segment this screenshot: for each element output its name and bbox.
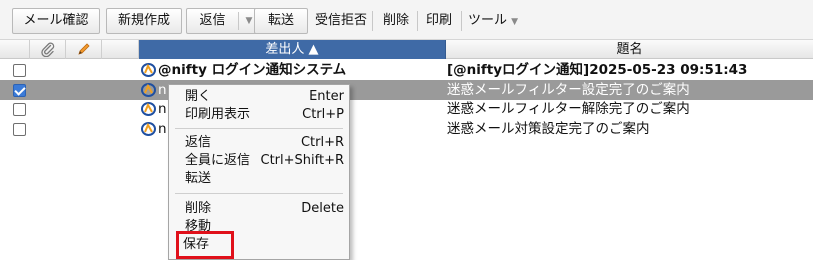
menu-separator: [175, 128, 343, 129]
menu-item-label: 印刷用表示: [185, 107, 251, 122]
mail-row[interactable]: n 迷惑メールフィルター設定完了のご案内: [0, 80, 813, 100]
row-subject: 迷惑メールフィルター解除完了のご案内: [447, 101, 690, 117]
row-checkbox[interactable]: [13, 64, 26, 77]
row-subject: 迷惑メールフィルター設定完了のご案内: [447, 82, 690, 98]
menu-item-shortcut: Ctrl+Shift+R: [260, 153, 345, 168]
menu-item-label: 開く: [185, 89, 212, 104]
menu-item-delete[interactable]: 削除 Delete: [169, 200, 349, 218]
pencil-icon: [78, 43, 90, 55]
status-column-header[interactable]: [102, 40, 139, 59]
block-button[interactable]: 受信拒否: [315, 8, 367, 34]
menu-item-move[interactable]: 移動: [169, 218, 349, 236]
toolbar-separator: [372, 11, 373, 31]
menu-item-shortcut: Enter: [309, 89, 344, 104]
nifty-logo-icon: [141, 83, 156, 97]
sender-column-header[interactable]: 差出人 ▲: [139, 40, 446, 59]
menu-item-label: 転送: [185, 171, 212, 186]
row-sender: n: [158, 121, 167, 137]
row-checkbox[interactable]: [13, 84, 26, 97]
context-menu: 開く Enter 印刷用表示 Ctrl+P 返信 Ctrl+R 全員に返信 Ct…: [168, 84, 350, 260]
toolbar: メール確認 新規作成 返信 ▼ 転送 受信拒否 削除 印刷 ツール ▼: [0, 0, 813, 40]
menu-item-label: 全員に返信: [185, 153, 251, 168]
mail-check-button[interactable]: メール確認: [12, 8, 100, 34]
row-sender: n: [158, 82, 167, 98]
menu-item-shortcut: Delete: [301, 201, 344, 216]
menu-item-print-view[interactable]: 印刷用表示 Ctrl+P: [169, 106, 349, 124]
row-subject: 迷惑メール対策設定完了のご案内: [447, 121, 650, 137]
mail-list-header: 差出人 ▲ 題名: [0, 40, 813, 59]
toolbar-separator: [417, 11, 418, 31]
menu-item-label: 保存: [175, 231, 235, 259]
flag-column-header[interactable]: [66, 40, 102, 59]
mail-row[interactable]: n 迷惑メール対策設定完了のご案内: [0, 119, 813, 139]
row-subject: [@niftyログイン通知]2025-05-23 09:51:43: [447, 62, 748, 78]
menu-item-label: 移動: [185, 219, 212, 234]
row-sender: n: [158, 101, 167, 117]
menu-item-open[interactable]: 開く Enter: [169, 88, 349, 106]
tools-dropdown-icon: ▼: [511, 17, 519, 27]
tools-label: ツール: [468, 13, 508, 28]
forward-button[interactable]: 転送: [254, 8, 308, 34]
menu-item-shortcut: Ctrl+P: [302, 107, 344, 122]
nifty-logo-icon: [141, 122, 156, 136]
menu-separator: [175, 193, 343, 194]
menu-item-save[interactable]: 保存: [169, 231, 349, 259]
row-sender: @nifty ログイン通知システム: [158, 62, 347, 78]
nifty-logo-icon: [141, 102, 156, 116]
tools-menu-button[interactable]: ツール ▼: [468, 8, 518, 34]
row-checkbox[interactable]: [13, 123, 26, 136]
row-checkbox[interactable]: [13, 103, 26, 116]
menu-item-reply-all[interactable]: 全員に返信 Ctrl+Shift+R: [169, 152, 349, 170]
menu-item-label: 削除: [185, 201, 212, 216]
toolbar-separator: [461, 11, 462, 31]
paperclip-icon: [41, 42, 55, 57]
mail-row[interactable]: @nifty ログイン通知システム [@niftyログイン通知]2025-05-…: [0, 60, 813, 80]
menu-item-forward[interactable]: 転送: [169, 170, 349, 188]
menu-item-shortcut: Ctrl+R: [300, 135, 344, 150]
delete-button[interactable]: 削除: [383, 8, 409, 34]
mail-row[interactable]: n 迷惑メールフィルター解除完了のご案内: [0, 99, 813, 119]
new-mail-button[interactable]: 新規作成: [106, 8, 182, 34]
checkbox-column-header[interactable]: [0, 40, 30, 59]
nifty-logo-icon: [141, 63, 156, 77]
attachment-column-header[interactable]: [30, 40, 66, 59]
menu-item-label: 返信: [185, 135, 212, 150]
subject-column-header[interactable]: 題名: [446, 40, 813, 59]
reply-split-button[interactable]: 返信 ▼: [186, 8, 260, 34]
menu-item-reply[interactable]: 返信 Ctrl+R: [169, 134, 349, 152]
reply-button[interactable]: 返信: [187, 9, 238, 33]
print-button[interactable]: 印刷: [426, 8, 452, 34]
